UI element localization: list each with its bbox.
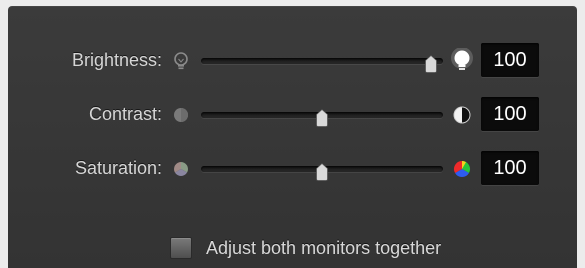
saturation-value[interactable]: 100	[481, 151, 539, 185]
contrast-value[interactable]: 100	[481, 97, 539, 131]
brightness-slider-track[interactable]	[201, 58, 443, 64]
saturation-high-icon	[450, 156, 474, 182]
adjust-both-label[interactable]: Adjust both monitors together	[206, 238, 441, 259]
contrast-label: Contrast:	[88, 104, 162, 124]
saturation-low-icon	[170, 158, 192, 180]
brightness-label: Brightness:	[71, 50, 162, 70]
saturation-row: Saturation: 100	[8, 150, 577, 190]
brightness-row: Brightness: 100	[8, 42, 577, 82]
contrast-high-icon	[450, 102, 474, 128]
brightness-slider-thumb[interactable]	[424, 54, 437, 73]
display-settings-panel: Brightness: 100 Contrast: 100 Saturation…	[8, 6, 577, 268]
contrast-row: Contrast: 100	[8, 96, 577, 136]
contrast-slider-thumb[interactable]	[316, 108, 328, 127]
saturation-label: Saturation:	[74, 158, 162, 178]
saturation-slider-thumb[interactable]	[316, 162, 328, 181]
brightness-value[interactable]: 100	[481, 43, 539, 77]
bulb-bright-icon	[450, 47, 474, 74]
contrast-low-icon	[170, 104, 192, 126]
adjust-both-checkbox[interactable]	[170, 237, 192, 259]
bulb-dim-icon	[170, 50, 192, 72]
